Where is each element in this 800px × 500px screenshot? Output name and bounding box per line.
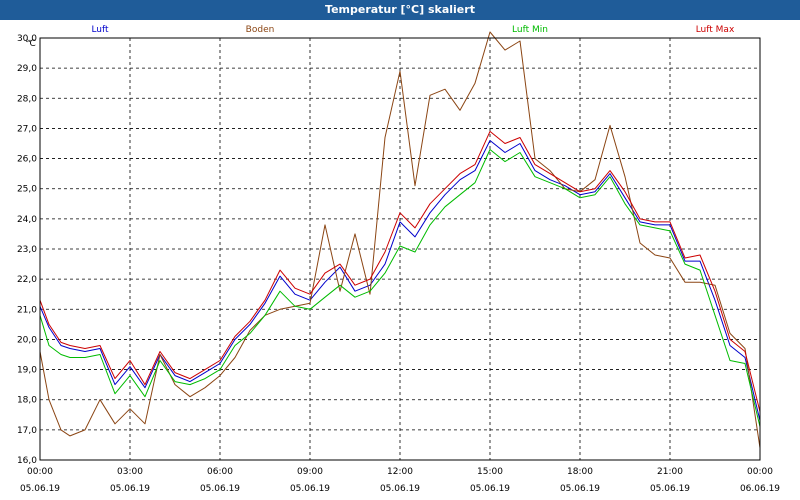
x-tick-date: 05.06.19 — [560, 484, 600, 494]
y-tick-label: 20,0 — [17, 335, 37, 345]
x-tick-time: 03:00 — [117, 467, 143, 477]
y-tick-label: 17,0 — [17, 426, 37, 436]
y-axis-ticks: 16,0 17,0 18,0 19,0 20,0 21,0 22,0 23,0 24,0 25,0… — [17, 34, 37, 466]
x-tick-time: 15:00 — [477, 467, 503, 477]
legend-entry: Luft Max — [696, 25, 735, 35]
y-tick-label: 28,0 — [17, 94, 37, 104]
x-tick-date: 05.06.19 — [290, 484, 330, 494]
legend-entry: Boden — [246, 25, 275, 35]
x-tick-time: 00:00 — [27, 467, 53, 477]
x-tick-date: 05.06.19 — [200, 484, 240, 494]
line-chart: 16,0 17,0 18,0 19,0 20,0 21,0 22,0 23,0 24,0 25,0… — [0, 20, 800, 500]
x-tick-time: 00:00 — [747, 467, 773, 477]
x-tick-time: 06:00 — [207, 467, 233, 477]
x-tick-date: 05.06.19 — [380, 484, 420, 494]
y-tick-label: 27,0 — [17, 124, 37, 134]
x-tick-date: 05.06.19 — [470, 484, 510, 494]
y-tick-label: 22,0 — [17, 275, 37, 285]
legend-entry: Luft Min — [512, 25, 548, 35]
y-tick-label: 29,0 — [17, 64, 37, 74]
y-tick-label: 21,0 — [17, 305, 37, 315]
y-tick-label: 23,0 — [17, 245, 37, 255]
y-tick-label: 25,0 — [17, 185, 37, 195]
x-tick-time: 12:00 — [387, 467, 413, 477]
x-tick-date: 06.06.19 — [740, 484, 780, 494]
x-tick-time: 09:00 — [297, 467, 323, 477]
y-tick-label: 16,0 — [17, 456, 37, 466]
chart-title: Temperatur [°C] skaliert — [0, 0, 800, 20]
y-tick-label: 24,0 — [17, 215, 37, 225]
y-tick-label: 18,0 — [17, 396, 37, 406]
y-axis-label: °C — [25, 39, 36, 49]
x-tick-time: 21:00 — [657, 467, 683, 477]
x-tick-date: 05.06.19 — [650, 484, 690, 494]
x-tick-time: 18:00 — [567, 467, 593, 477]
x-tick-date: 05.06.19 — [20, 484, 60, 494]
y-tick-label: 26,0 — [17, 155, 37, 165]
y-tick-label: 19,0 — [17, 366, 37, 376]
legend-entry: Luft — [91, 25, 109, 35]
x-tick-date: 05.06.19 — [110, 484, 150, 494]
